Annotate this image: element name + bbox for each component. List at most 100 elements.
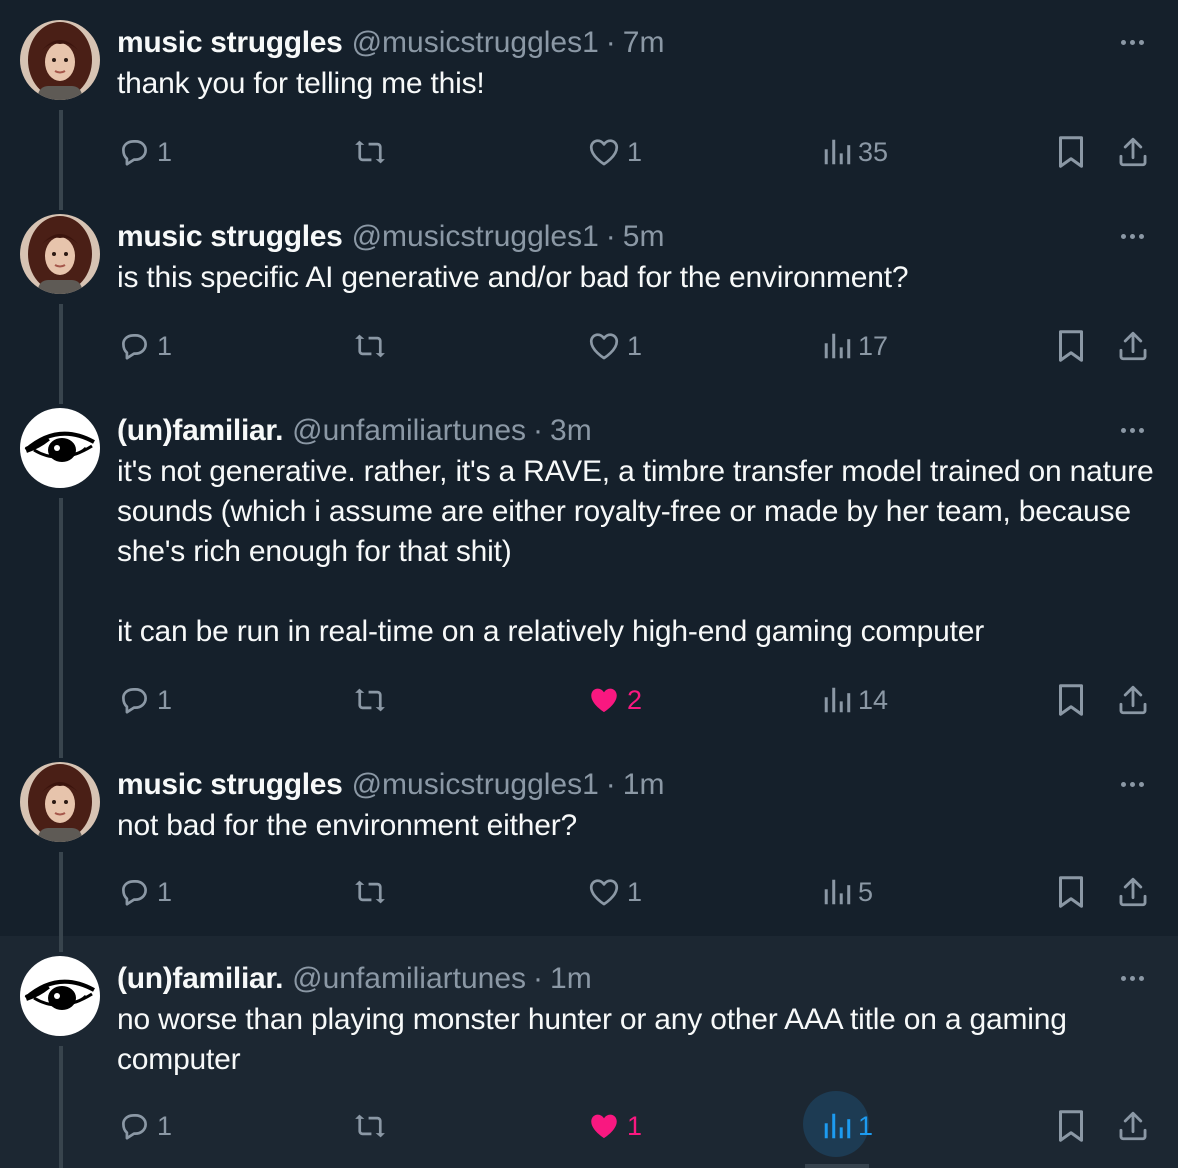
user-handle[interactable]: @unfamiliartunes [292,962,526,996]
tweet-highlighted[interactable]: (un)familiar. @unfamiliartunes · 1m no w… [0,936,1178,1168]
share-upload-icon [1119,137,1147,167]
views-button[interactable]: 35 [822,130,888,174]
like-button[interactable]: 1 [587,870,642,914]
views-button[interactable]: 17 [822,324,888,368]
bookmark-icon [1059,136,1083,168]
retweet-button[interactable] [352,870,394,914]
timestamp[interactable]: 3m [550,414,592,448]
tweet-text: it's not generative. rather, it's a RAVE… [117,452,1157,652]
tweet-paragraph: not bad for the environment either? [117,809,577,842]
more-dots-icon[interactable] [1112,770,1152,798]
thread-connector-line [59,742,63,758]
reply-button[interactable]: 1 [117,1104,172,1148]
bookmark-button[interactable] [1056,324,1086,368]
woman-portrait-avatar-icon [20,214,100,294]
avatar[interactable] [20,20,100,100]
like-button[interactable]: 1 [587,324,642,368]
tweet[interactable]: music struggles @musicstruggles1 · 5m is… [0,194,1178,388]
action-bar: 1 2 14 [0,678,1178,722]
timestamp[interactable]: 7m [623,26,665,60]
avatar[interactable] [20,408,100,488]
views-count: 5 [858,876,874,907]
user-handle[interactable]: @musicstruggles1 [352,220,599,254]
action-bar: 1 1 1 [0,1104,1178,1148]
like-count: 1 [627,330,643,361]
display-name[interactable]: (un)familiar. [117,414,283,448]
bookmark-button[interactable] [1056,1104,1086,1148]
views-bar-chart-icon [824,139,851,165]
bookmark-icon [1059,876,1083,908]
eye-logo-avatar-icon [20,956,100,1036]
share-button[interactable] [1116,870,1150,914]
timestamp[interactable]: 5m [623,220,665,254]
share-button[interactable] [1116,678,1150,722]
avatar[interactable] [20,762,100,842]
woman-portrait-avatar-icon [20,20,100,100]
user-handle[interactable]: @musicstruggles1 [352,768,599,802]
views-bar-chart-icon [824,1113,851,1139]
more-dots-icon[interactable] [1112,964,1152,992]
retweet-button[interactable] [352,324,394,368]
views-button[interactable]: 5 [822,870,873,914]
reply-button[interactable]: 1 [117,130,172,174]
share-button[interactable] [1116,1104,1150,1148]
reply-bubble-icon [122,688,147,714]
display-name[interactable]: (un)familiar. [117,962,283,996]
avatar[interactable] [20,956,100,1036]
tweet-paragraph: no worse than playing monster hunter or … [117,1003,1075,1076]
heart-icon [589,333,619,360]
reply-button[interactable]: 1 [117,870,172,914]
retweet-icon [355,688,385,712]
bookmark-icon [1059,684,1083,716]
bookmark-button[interactable] [1056,678,1086,722]
action-bar: 1 1 35 [0,130,1178,174]
reply-bubble-icon [122,880,147,906]
more-dots-icon[interactable] [1112,28,1152,56]
reply-bubble-icon [122,140,147,166]
timestamp[interactable]: 1m [623,768,665,802]
avatar[interactable] [20,214,100,294]
like-button[interactable]: 1 [587,130,642,174]
tweet[interactable]: music struggles @musicstruggles1 · 7m th… [0,0,1178,194]
share-upload-icon [1119,331,1147,361]
heart-icon [589,879,619,906]
retweet-button[interactable] [352,130,394,174]
retweet-button[interactable] [352,678,394,722]
reply-button[interactable]: 1 [117,324,172,368]
more-dots-icon[interactable] [1112,416,1152,444]
eye-logo-avatar-icon [20,408,100,488]
display-name[interactable]: music struggles [117,26,343,60]
like-count: 2 [627,684,643,715]
like-count: 1 [627,1110,643,1141]
more-dots-icon[interactable] [1112,222,1152,250]
share-button[interactable] [1116,130,1150,174]
retweet-button[interactable] [352,1104,394,1148]
share-button[interactable] [1116,324,1150,368]
thread-connector-line [59,388,63,404]
bookmark-button[interactable] [1056,870,1086,914]
tweet-paragraph: is this specific AI generative and/or ba… [117,261,909,294]
display-name[interactable]: music struggles [117,768,343,802]
bookmark-button[interactable] [1056,130,1086,174]
display-name[interactable]: music struggles [117,220,343,254]
reply-count: 1 [157,136,173,167]
views-button[interactable]: 14 [822,678,888,722]
thread-connector-line [59,194,63,210]
views-button[interactable]: 1 [822,1104,873,1148]
timestamp[interactable]: 1m [550,962,592,996]
action-bar: 1 1 17 [0,324,1178,368]
user-handle[interactable]: @musicstruggles1 [352,26,599,60]
user-handle[interactable]: @unfamiliartunes [292,414,526,448]
retweet-icon [355,140,385,164]
tweet-text: is this specific AI generative and/or ba… [117,258,1157,298]
like-button[interactable]: 2 [587,678,642,722]
retweet-icon [355,334,385,358]
views-hover-underline [805,1164,869,1168]
reply-button[interactable]: 1 [117,678,172,722]
views-bar-chart-icon [824,333,851,359]
tweet[interactable]: (un)familiar. @unfamiliartunes · 3m it's… [0,388,1178,742]
tweet[interactable]: music struggles @musicstruggles1 · 1m no… [0,742,1178,936]
thread-connector-line [59,936,63,952]
like-button[interactable]: 1 [587,1104,642,1148]
heart-filled-icon [591,688,617,713]
